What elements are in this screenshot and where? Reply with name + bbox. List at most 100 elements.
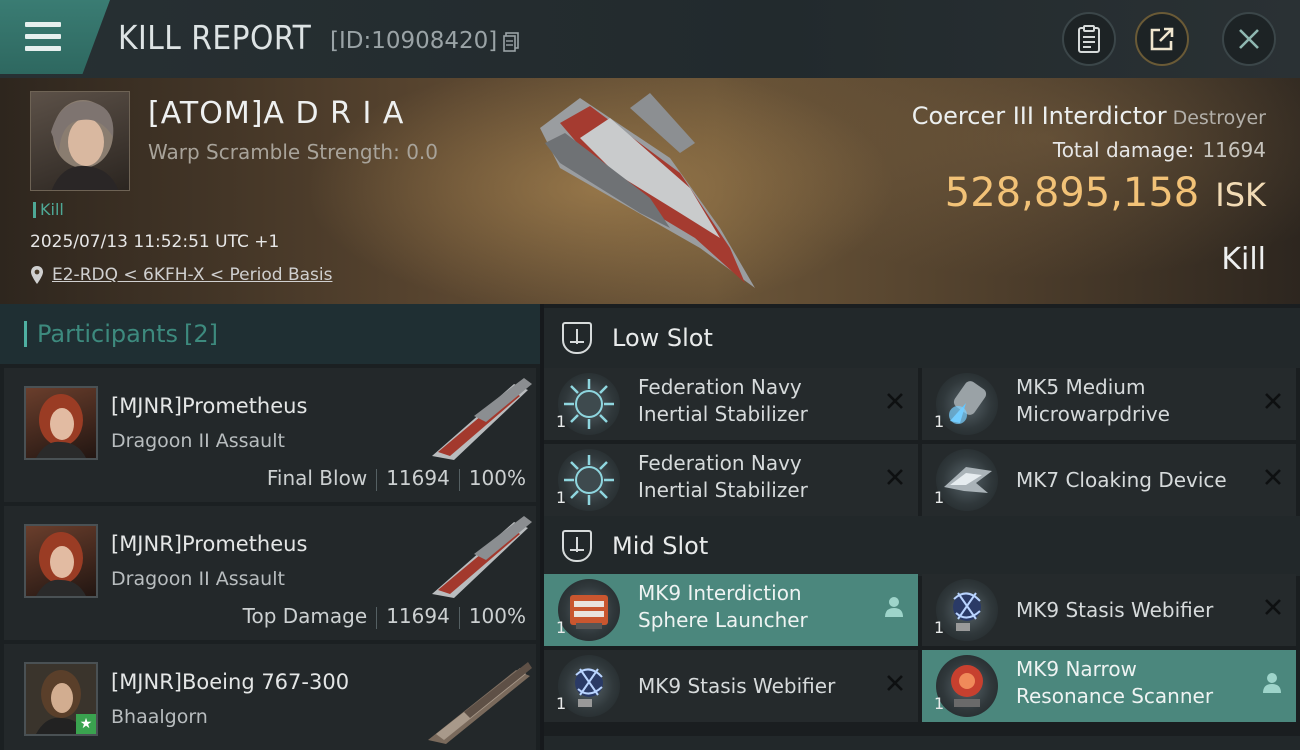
- share-button[interactable]: [1135, 12, 1189, 66]
- participant-row[interactable]: ★ [MJNR]Boeing 767-300 Bhaalgorn: [4, 644, 536, 750]
- participants-title: Participants: [37, 320, 178, 348]
- participant-stats: Top Damage 11694 100%: [243, 604, 526, 629]
- module-quantity: 1: [556, 488, 567, 507]
- participants-count: [2]: [183, 320, 218, 348]
- participant-row[interactable]: [MJNR]Prometheus Dragoon II Assault Top …: [4, 506, 536, 640]
- stasis-webifier-icon: [558, 655, 620, 717]
- dropped-person-icon: [885, 597, 903, 617]
- mid-slot-header: Mid Slot: [544, 516, 1300, 576]
- module-quantity: 1: [934, 618, 945, 637]
- mid-slot-icon: [562, 530, 592, 562]
- participant-portrait: [36, 532, 86, 596]
- copy-icon[interactable]: [503, 32, 519, 52]
- module-item[interactable]: 1 MK9 Narrow Resonance Scanner: [922, 650, 1296, 722]
- destroyed-icon: [1265, 469, 1281, 485]
- location-pin-icon: [31, 266, 43, 284]
- next-slot-header: [544, 736, 1300, 750]
- module-item[interactable]: 1 MK9 Stasis Webifier: [922, 574, 1296, 646]
- dropped-person-icon: [1263, 673, 1281, 693]
- module-name: MK5 Medium Microwarpdrive: [1016, 375, 1170, 426]
- module-name: MK9 Interdiction Sphere Launcher: [638, 581, 808, 632]
- inertial-stabilizer-icon: [558, 449, 620, 511]
- destroyed-icon: [887, 469, 903, 485]
- destroyed-icon: [887, 393, 903, 409]
- participant-ship-image: [432, 378, 532, 460]
- participant-role: Top Damage: [242, 604, 368, 628]
- kill-datetime: 2025/07/13 11:52:51 UTC +1: [30, 232, 280, 252]
- low-slot-header: Low Slot: [544, 308, 1300, 368]
- ship-class: Destroyer: [1172, 107, 1266, 129]
- participant-percent: 100%: [468, 604, 526, 628]
- total-damage: Total damage: 11694: [1053, 138, 1266, 162]
- participant-avatar[interactable]: [24, 524, 98, 598]
- participant-portrait: [36, 394, 86, 458]
- cloaking-device-icon: [936, 449, 998, 511]
- interdiction-launcher-icon: [558, 579, 620, 641]
- module-item[interactable]: 1 MK7 Cloaking Device: [922, 444, 1296, 516]
- victim-portrait-image: [51, 100, 119, 190]
- close-icon: [1239, 29, 1259, 49]
- top-bar: KILL REPORT [ID:10908420]: [0, 0, 1300, 78]
- hamburger-icon: [25, 22, 61, 58]
- isk-unit: ISK: [1215, 176, 1266, 214]
- participants-panel: Participants [2] [MJNR]Prometheus Dragoo…: [0, 304, 540, 750]
- total-damage-value: 11694: [1202, 138, 1266, 162]
- module-quantity: 1: [556, 412, 567, 431]
- isk-value: 528,895,158 ISK: [945, 170, 1266, 216]
- stasis-webifier-icon: [936, 579, 998, 641]
- menu-button[interactable]: [0, 0, 110, 74]
- participant-ship: Bhaalgorn: [111, 706, 208, 728]
- destroyed-icon: [887, 675, 903, 691]
- module-item[interactable]: 1 MK9 Stasis Webifier: [544, 650, 918, 722]
- module-item[interactable]: 1 MK5 Medium Microwarpdrive: [922, 368, 1296, 440]
- share-icon: [1150, 27, 1174, 51]
- module-item[interactable]: 1 MK9 Interdiction Sphere Launcher: [544, 574, 918, 646]
- report-id: [ID:10908420]: [330, 28, 498, 54]
- module-item[interactable]: 1 Federation Navy Inertial Stabilizer: [544, 444, 918, 516]
- inertial-stabilizer-icon: [558, 373, 620, 435]
- module-quantity: 1: [556, 694, 567, 713]
- low-slot-title: Low Slot: [612, 324, 713, 352]
- module-quantity: 1: [556, 618, 567, 637]
- participant-damage: 11694: [386, 466, 450, 490]
- module-name: MK9 Stasis Webifier: [1016, 598, 1214, 622]
- module-quantity: 1: [934, 412, 945, 431]
- module-quantity: 1: [934, 488, 945, 507]
- participant-row[interactable]: [MJNR]Prometheus Dragoon II Assault Fina…: [4, 368, 536, 502]
- participant-stats: Final Blow 11694 100%: [267, 466, 526, 491]
- warp-scramble-strength: Warp Scramble Strength: 0.0: [148, 140, 439, 164]
- result-label: Kill: [1221, 242, 1266, 277]
- microwarpdrive-icon: [936, 373, 998, 435]
- close-button[interactable]: [1222, 12, 1276, 66]
- kill-banner: [ATOM]A D R I A Warp Scramble Strength: …: [0, 78, 1300, 304]
- module-item[interactable]: 1 Federation Navy Inertial Stabilizer: [544, 368, 918, 440]
- low-slot-icon: [562, 322, 592, 354]
- participant-ship-image: [432, 516, 532, 598]
- location-link[interactable]: E2-RDQ < 6KFH-X < Period Basis: [52, 265, 332, 285]
- mid-slot-title: Mid Slot: [612, 532, 709, 560]
- resonance-scanner-icon: [936, 655, 998, 717]
- participant-avatar[interactable]: [24, 386, 98, 460]
- participant-damage: 11694: [386, 604, 450, 628]
- isk-amount: 528,895,158: [944, 170, 1200, 216]
- kill-tag: Kill: [33, 202, 64, 218]
- victim-avatar[interactable]: [30, 91, 130, 191]
- module-name: Federation Navy Inertial Stabilizer: [638, 451, 808, 502]
- fittings-panel: Low Slot 1 Federation Navy Inertial Stab…: [544, 304, 1300, 750]
- participant-ship-image: [428, 662, 532, 744]
- ship-type: Coercer III Interdictor: [911, 102, 1167, 130]
- module-name: MK7 Cloaking Device: [1016, 468, 1227, 492]
- module-name: MK9 Narrow Resonance Scanner: [1016, 657, 1214, 708]
- module-name: Federation Navy Inertial Stabilizer: [638, 375, 808, 426]
- participant-role: Final Blow: [266, 466, 368, 490]
- clipboard-icon: [1078, 25, 1100, 53]
- victim-ship-image[interactable]: [520, 88, 770, 298]
- participants-header[interactable]: Participants [2]: [0, 304, 540, 364]
- destroyed-icon: [1265, 393, 1281, 409]
- destroyed-icon: [1265, 599, 1281, 615]
- participant-avatar[interactable]: ★: [24, 662, 98, 736]
- victim-ship-name: Coercer III Interdictor Destroyer: [912, 102, 1266, 130]
- page-title: KILL REPORT: [118, 18, 312, 57]
- clipboard-button[interactable]: [1062, 12, 1116, 66]
- participant-ship: Dragoon II Assault: [111, 568, 285, 590]
